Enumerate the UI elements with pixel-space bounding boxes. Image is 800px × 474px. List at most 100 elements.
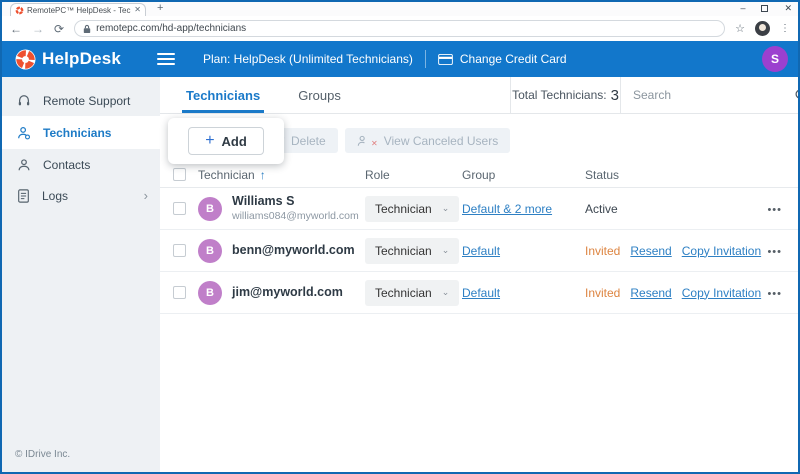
window-close-button[interactable]: ✕ <box>784 4 792 13</box>
contact-icon <box>17 158 31 172</box>
sidebar-item-remote-support[interactable]: Remote Support <box>2 85 160 116</box>
browser-address-bar: ← → ⟳ remotepc.com/hd-app/technicians ☆ … <box>2 16 798 41</box>
role-dropdown[interactable]: Technician⌄ <box>365 196 459 222</box>
search-box <box>620 77 798 113</box>
technician-name: Williams S <box>232 194 359 210</box>
brand: HelpDesk <box>2 49 147 70</box>
role-dropdown[interactable]: Technician⌄ <box>365 238 459 264</box>
more-options-icon[interactable]: ••• <box>767 204 782 216</box>
tab-groups[interactable]: Groups <box>298 77 341 113</box>
window-restore-button[interactable] <box>761 5 768 12</box>
browser-window: RemotePC™ HelpDesk - Technicians ✕ + – ✕… <box>0 0 800 474</box>
site-favicon-icon <box>15 6 24 15</box>
tabs-bar: Technicians Groups Total Technicians: 3 <box>160 77 798 114</box>
logs-icon <box>17 189 30 203</box>
reload-icon[interactable]: ⟳ <box>54 23 64 35</box>
toolbar: + Add Delete ✕ View Canceled Users <box>160 114 798 162</box>
sidebar: Remote Support Technicians Contacts Logs <box>2 77 160 472</box>
url-text: remotepc.com/hd-app/technicians <box>96 23 246 34</box>
select-all-checkbox[interactable] <box>173 168 186 181</box>
copy-invitation-link[interactable]: Copy Invitation <box>682 244 761 258</box>
resend-link[interactable]: Resend <box>630 244 671 258</box>
plan-label: Plan: HelpDesk (Unlimited Technicians) <box>203 52 413 66</box>
group-link[interactable]: Default <box>462 286 500 300</box>
back-icon[interactable]: ← <box>10 23 22 35</box>
credit-card-icon <box>438 54 453 65</box>
search-icon[interactable] <box>794 88 800 102</box>
view-canceled-users-button[interactable]: ✕ View Canceled Users <box>345 128 510 153</box>
table-row: B Williams S williams084@myworld.com Tec… <box>160 188 798 230</box>
avatar: B <box>198 281 222 305</box>
group-link[interactable]: Default & 2 more <box>462 202 552 216</box>
view-canceled-users-label: View Canceled Users <box>384 134 499 148</box>
change-credit-card-label: Change Credit Card <box>460 52 567 66</box>
sidebar-item-label: Technicians <box>43 126 111 140</box>
technician-name: benn@myworld.com <box>232 243 355 259</box>
helpdesk-logo-icon <box>15 49 36 70</box>
canceled-user-icon <box>357 135 369 147</box>
copyright-footer: © IDrive Inc. <box>15 449 70 460</box>
browser-profile-avatar[interactable] <box>755 21 770 36</box>
delete-button-label: Delete <box>291 134 326 148</box>
resend-link[interactable]: Resend <box>630 286 671 300</box>
plus-icon: + <box>205 133 214 149</box>
sidebar-item-logs[interactable]: Logs › <box>2 180 160 211</box>
browser-tab[interactable]: RemotePC™ HelpDesk - Technicians ✕ <box>10 3 146 16</box>
column-role: Role <box>365 168 462 182</box>
row-checkbox[interactable] <box>173 286 186 299</box>
add-button[interactable]: + Add <box>188 127 264 155</box>
avatar: B <box>198 197 222 221</box>
column-technician[interactable]: Technician ↑ <box>198 168 365 182</box>
add-button-label: Add <box>222 134 247 149</box>
app-header: HelpDesk Plan: HelpDesk (Unlimited Techn… <box>2 41 798 77</box>
sort-ascending-icon[interactable]: ↑ <box>260 168 266 182</box>
window-minimize-button[interactable]: – <box>740 4 745 13</box>
lock-icon <box>83 24 91 34</box>
bookmark-star-icon[interactable]: ☆ <box>735 22 745 35</box>
status-text: Invited <box>585 286 620 300</box>
table-header-row: Technician ↑ Role Group Status <box>160 162 798 188</box>
column-status: Status <box>585 168 767 182</box>
browser-tab-strip: RemotePC™ HelpDesk - Technicians ✕ + – ✕ <box>2 2 798 16</box>
total-technicians-count: 3 <box>611 87 619 104</box>
tab-technicians[interactable]: Technicians <box>186 77 260 113</box>
total-technicians-label: Total Technicians: <box>512 88 607 102</box>
copy-invitation-link[interactable]: Copy Invitation <box>682 286 761 300</box>
more-options-icon[interactable]: ••• <box>767 288 782 300</box>
row-checkbox[interactable] <box>173 202 186 215</box>
tab-close-icon[interactable]: ✕ <box>134 6 141 14</box>
sidebar-item-label: Logs <box>42 189 68 203</box>
group-link[interactable]: Default <box>462 244 500 258</box>
status-text: Invited <box>585 244 620 258</box>
header-divider <box>425 50 426 68</box>
forward-icon[interactable]: → <box>32 23 44 35</box>
status-text: Active <box>585 202 618 216</box>
sidebar-item-technicians[interactable]: Technicians <box>2 116 160 149</box>
hamburger-menu-icon[interactable] <box>157 50 175 68</box>
chevron-down-icon: ⌄ <box>442 206 450 211</box>
sidebar-item-label: Contacts <box>43 158 90 172</box>
url-field[interactable]: remotepc.com/hd-app/technicians <box>74 20 725 37</box>
user-avatar[interactable]: S <box>762 46 788 72</box>
tab-title: RemotePC™ HelpDesk - Technicians <box>27 6 131 15</box>
browser-menu-icon[interactable]: ⋮ <box>780 23 790 34</box>
cancel-x-icon: ✕ <box>371 139 378 148</box>
row-checkbox[interactable] <box>173 244 186 257</box>
change-credit-card-button[interactable]: Change Credit Card <box>438 52 567 66</box>
brand-name: HelpDesk <box>42 49 121 69</box>
headset-icon <box>17 94 31 108</box>
technicians-table: Technician ↑ Role Group Status B William… <box>160 162 798 314</box>
sidebar-item-label: Remote Support <box>43 94 130 108</box>
chevron-right-icon: › <box>144 188 148 203</box>
main-content: Technicians Groups Total Technicians: 3 <box>160 77 798 472</box>
technicians-icon <box>17 126 31 140</box>
table-row: B benn@myworld.com Technician⌄ Default I… <box>160 230 798 272</box>
technician-name: jim@myworld.com <box>232 285 343 301</box>
more-options-icon[interactable]: ••• <box>767 246 782 258</box>
new-tab-button[interactable]: + <box>157 2 163 14</box>
avatar: B <box>198 239 222 263</box>
sidebar-item-contacts[interactable]: Contacts <box>2 149 160 180</box>
technician-email: williams084@myworld.com <box>232 210 359 223</box>
search-input[interactable] <box>633 88 788 102</box>
role-dropdown[interactable]: Technician⌄ <box>365 280 459 306</box>
